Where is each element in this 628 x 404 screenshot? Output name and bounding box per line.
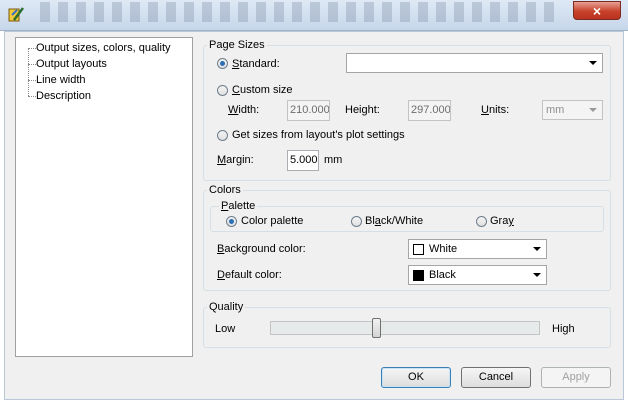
quality-high-label: High bbox=[552, 323, 575, 335]
palette-legend: Palette bbox=[221, 200, 256, 212]
close-button[interactable]: × bbox=[573, 1, 621, 20]
close-icon: × bbox=[592, 3, 602, 19]
margin-unit: mm bbox=[324, 154, 343, 166]
standard-label: Standard: bbox=[232, 58, 280, 70]
background-color-swatch bbox=[413, 244, 424, 255]
plot-settings-label: Get sizes from layout's plot settings bbox=[232, 129, 405, 141]
quality-legend: Quality bbox=[209, 301, 244, 313]
tree-item-line-width[interactable]: Line width bbox=[36, 74, 86, 86]
units-label: Units: bbox=[481, 104, 510, 116]
ok-button[interactable]: OK bbox=[381, 367, 451, 388]
tree-connector bbox=[28, 48, 36, 49]
quality-slider-track[interactable] bbox=[270, 321, 540, 335]
height-input[interactable]: 297.000 bbox=[408, 100, 451, 121]
margin-input[interactable]: 5.000 bbox=[287, 150, 319, 171]
standard-radio[interactable] bbox=[217, 58, 228, 69]
gray-label: Gray bbox=[490, 215, 514, 227]
width-label: Width: bbox=[228, 104, 260, 116]
tree-connector bbox=[28, 48, 29, 96]
custom-size-label: Custom size bbox=[232, 84, 293, 96]
tree-item-output-sizes[interactable]: Output sizes, colors, quality bbox=[36, 42, 171, 54]
settings-tree[interactable]: Output sizes, colors, quality Output lay… bbox=[15, 37, 193, 357]
chevron-down-icon bbox=[533, 273, 541, 277]
background-color-value: White bbox=[429, 243, 458, 255]
quality-slider-thumb[interactable] bbox=[372, 318, 381, 338]
app-icon bbox=[8, 7, 24, 22]
tree-item-description[interactable]: Description bbox=[36, 90, 91, 102]
background-color-label: Background color: bbox=[217, 243, 306, 255]
tree-item-output-layouts[interactable]: Output layouts bbox=[36, 58, 107, 70]
default-color-dropdown[interactable]: Black bbox=[408, 265, 547, 285]
apply-button[interactable]: Apply bbox=[541, 367, 611, 388]
standard-size-dropdown[interactable] bbox=[346, 53, 603, 73]
plot-settings-radio[interactable] bbox=[217, 130, 228, 141]
black-white-label: Black/White bbox=[365, 215, 424, 227]
color-palette-radio[interactable] bbox=[226, 216, 237, 227]
tree-connector bbox=[28, 96, 36, 97]
title-bar: × bbox=[0, 0, 628, 31]
color-palette-label: Color palette bbox=[241, 215, 304, 227]
units-dropdown[interactable]: mm bbox=[542, 100, 603, 120]
tree-connector bbox=[28, 80, 36, 81]
background-toolbar-strip bbox=[40, 2, 560, 22]
background-color-dropdown[interactable]: White bbox=[408, 239, 547, 259]
colors-legend: Colors bbox=[209, 184, 241, 196]
chevron-down-icon bbox=[533, 247, 541, 251]
custom-size-radio[interactable] bbox=[217, 85, 228, 96]
page-sizes-legend: Page Sizes bbox=[209, 39, 265, 51]
black-white-radio[interactable] bbox=[351, 216, 362, 227]
chevron-down-icon bbox=[589, 61, 597, 65]
tree-connector bbox=[28, 64, 36, 65]
margin-label: Margin: bbox=[217, 154, 254, 166]
quality-low-label: Low bbox=[215, 323, 236, 335]
default-color-swatch bbox=[413, 270, 424, 281]
units-value: mm bbox=[546, 104, 565, 116]
cancel-button[interactable]: Cancel bbox=[461, 367, 531, 388]
width-input[interactable]: 210.000 bbox=[287, 100, 330, 121]
height-label: Height: bbox=[345, 104, 380, 116]
gray-radio[interactable] bbox=[476, 216, 487, 227]
chevron-down-icon bbox=[589, 108, 597, 112]
default-color-label: Default color: bbox=[217, 269, 282, 281]
default-color-value: Black bbox=[429, 269, 456, 281]
